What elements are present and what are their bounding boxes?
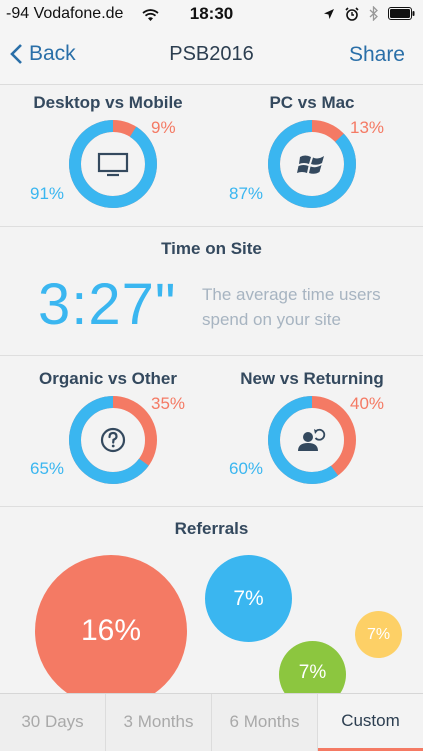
tab-6-months[interactable]: 6 Months (212, 694, 318, 751)
navigation-bar: Back PSB2016 Share (0, 30, 423, 85)
pc-vs-mac-title: PC vs Mac (269, 93, 355, 112)
referral-bubble-yellow: 7% (355, 611, 402, 658)
tab-3-months[interactable]: 3 Months (106, 694, 212, 751)
desktop-vs-mobile-title: Desktop vs Mobile (33, 93, 183, 112)
battery-icon (388, 7, 415, 20)
new-vs-returning-title: New vs Returning (240, 369, 384, 388)
pc-percent: 87% (229, 184, 264, 203)
time-on-site-title: Time on Site (161, 239, 262, 258)
referral-bubble-green: 7% (279, 641, 346, 693)
bluetooth-icon (369, 6, 378, 21)
organic-vs-other-title: Organic vs Other (39, 369, 177, 388)
time-on-site-value: 3:27" (38, 272, 177, 337)
location-icon (324, 8, 334, 19)
desktop-vs-mobile-donut (69, 120, 157, 208)
donut-primary-arc (69, 120, 157, 208)
windows-logo-icon (297, 155, 324, 174)
time-on-site-section: Time on Site 3:27" The average time user… (0, 227, 423, 356)
traffic-stats-section: Organic vs Other 35% 65% New vs Returnin… (0, 356, 423, 507)
referral-bubble-green-label: 7% (298, 662, 327, 683)
monitor-icon (97, 152, 129, 177)
alarm-icon (345, 6, 359, 21)
tab-custom[interactable]: Custom (318, 694, 423, 751)
returning-user-icon (298, 428, 326, 451)
share-button[interactable]: Share (349, 43, 405, 67)
desktop-percent: 91% (30, 184, 65, 203)
question-icon (100, 427, 126, 453)
pc-vs-mac-donut (268, 120, 356, 208)
tab-30-days[interactable]: 30 Days (0, 694, 106, 751)
organic-percent: 65% (30, 459, 65, 478)
new-percent: 60% (229, 459, 264, 478)
referral-bubble-red: 16% (35, 555, 187, 693)
date-range-tab-bar: 30 Days 3 Months 6 Months Custom (0, 693, 423, 751)
status-icons (323, 6, 415, 21)
time-on-site-description: The average time users spend on your sit… (202, 285, 381, 329)
referrals-section: Referrals 16% 7% 7% 7% (0, 507, 423, 694)
status-bar: -94 Vodafone.de 18:30 (0, 0, 423, 30)
referrals-title: Referrals (174, 519, 249, 538)
referral-bubble-blue: 7% (205, 555, 292, 642)
device-stats-section: Desktop vs Mobile 9% 91% PC vs Mac 13% 8… (0, 85, 423, 227)
organic-vs-other-donut (69, 396, 157, 484)
new-vs-returning-donut (268, 396, 356, 484)
